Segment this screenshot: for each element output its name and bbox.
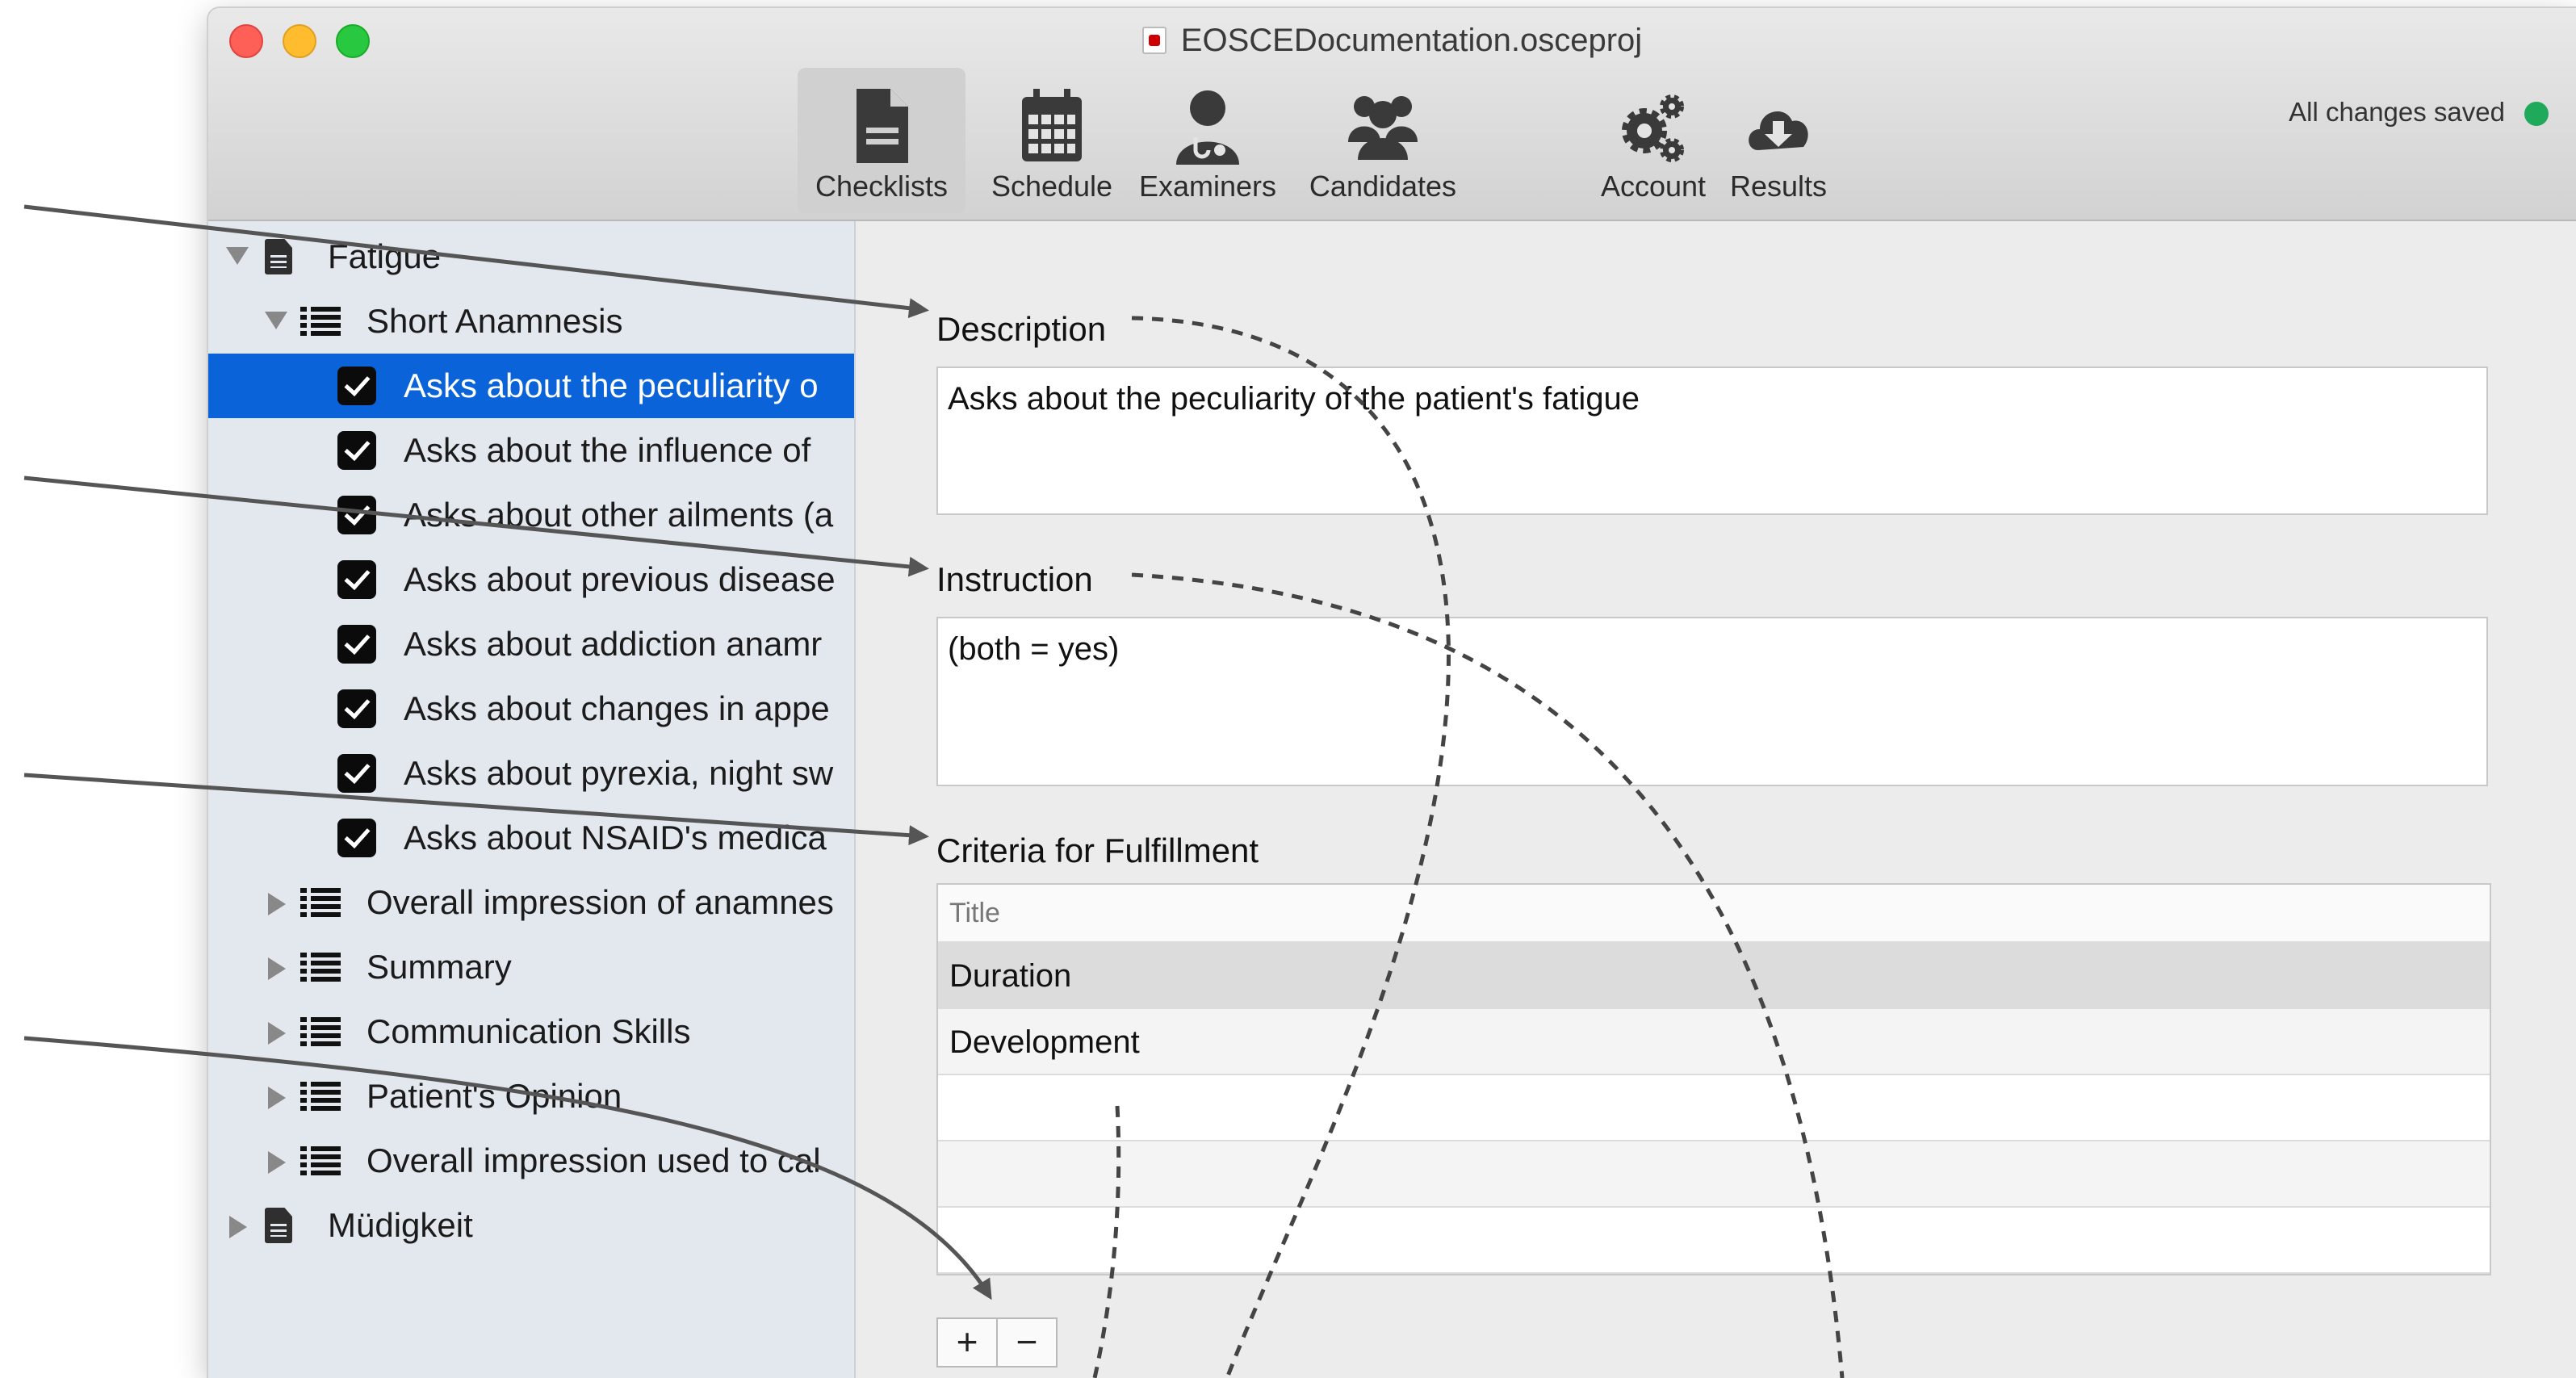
callout-arrow-instruction [23, 475, 929, 577]
callout-arrow-description [23, 204, 929, 319]
callout-arrow-edit-buttons [23, 1036, 992, 1301]
dashed-guide-criteria [1092, 1105, 1121, 1378]
dashed-guide-description [1131, 316, 1451, 1378]
callout-arrow-criteria [23, 773, 929, 846]
dashed-guide-instruction [1131, 572, 1845, 1378]
annotation-overlay [23, 204, 1845, 1378]
